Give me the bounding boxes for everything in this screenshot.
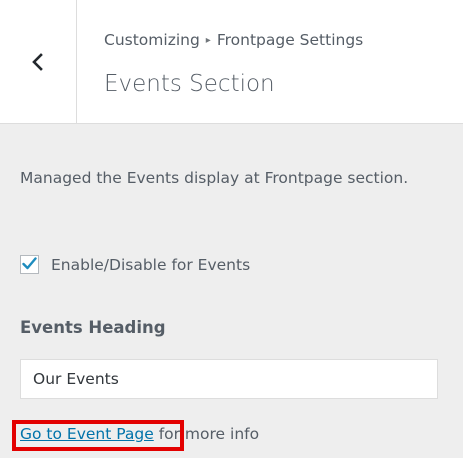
enable-events-checkbox[interactable] xyxy=(20,255,39,274)
breadcrumb-current: Frontpage Settings xyxy=(216,31,364,49)
chevron-left-icon xyxy=(31,52,45,71)
go-to-event-page-link[interactable]: Go to Event Page xyxy=(20,425,154,443)
section-description: Managed the Events display at Frontpage … xyxy=(20,169,409,187)
enable-events-label: Enable/Disable for Events xyxy=(51,255,251,274)
customizer-panel: Customizing ▸ Frontpage Settings Events Se… xyxy=(0,0,463,458)
checkmark-icon xyxy=(22,255,37,274)
event-page-info-suffix: for more info xyxy=(153,425,260,443)
event-page-info: Go to Event Page for more info xyxy=(20,425,259,443)
enable-events-toggle[interactable]: Enable/Disable for Events xyxy=(20,255,250,274)
events-heading-input[interactable] xyxy=(20,359,438,399)
breadcrumb-separator-icon: ▸ xyxy=(205,35,211,46)
back-button[interactable] xyxy=(0,0,77,123)
breadcrumb-parent: Customizing xyxy=(104,31,200,49)
section-header: Customizing ▸ Frontpage Settings Events Se… xyxy=(0,0,463,124)
events-heading-label: Events Heading xyxy=(20,318,166,337)
breadcrumb: Customizing ▸ Frontpage Settings xyxy=(104,31,363,49)
section-title: Events Section xyxy=(104,71,275,97)
